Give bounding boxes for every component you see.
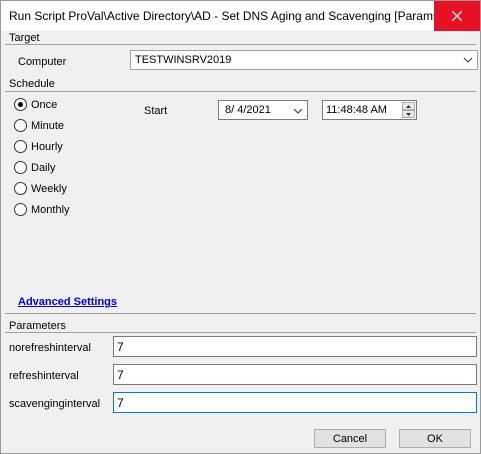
refreshinterval-value: 7 [117, 367, 124, 382]
window-title: Run Script ProVal\Active Directory\AD - … [9, 9, 443, 23]
schedule-bottom-divider [5, 313, 476, 314]
radio-hourly[interactable]: Hourly [14, 140, 63, 153]
target-section-label: Target [9, 32, 40, 44]
chevron-down-icon [463, 57, 473, 63]
title-bar: Run Script ProVal\Active Directory\AD - … [1, 1, 480, 31]
scavenginginterval-value: 7 [117, 395, 124, 410]
radio-once-indicator[interactable] [14, 98, 27, 111]
radio-daily-indicator[interactable] [14, 161, 27, 174]
refreshinterval-label: refreshinterval [9, 370, 79, 382]
radio-once-label: Once [31, 98, 58, 111]
radio-hourly-label: Hourly [31, 140, 63, 153]
radio-hourly-indicator[interactable] [14, 140, 27, 153]
radio-daily[interactable]: Daily [14, 161, 55, 174]
radio-weekly[interactable]: Weekly [14, 182, 67, 195]
radio-monthly-label: Monthly [31, 203, 70, 216]
advanced-settings-link[interactable]: Advanced Settings [18, 296, 117, 308]
norefreshinterval-input[interactable]: 7 [113, 336, 477, 357]
schedule-divider [5, 91, 476, 92]
radio-weekly-indicator[interactable] [14, 182, 27, 195]
triangle-up-icon [406, 104, 411, 108]
close-button[interactable] [434, 1, 480, 31]
triangle-down-icon [406, 112, 411, 116]
scavenginginterval-input[interactable]: 7 [113, 392, 477, 413]
radio-once[interactable]: Once [14, 98, 57, 111]
norefreshinterval-label: norefreshinterval [9, 342, 91, 354]
norefreshinterval-value: 7 [117, 339, 124, 354]
spin-down-button[interactable] [402, 110, 415, 118]
chevron-down-icon[interactable] [293, 108, 303, 114]
run-script-dialog: Run Script ProVal\Active Directory\AD - … [0, 0, 481, 454]
start-time-value: 11:48:48 AM [326, 104, 387, 116]
computer-select-value: TESTWINSRV2019 [135, 54, 232, 66]
schedule-section-label: Schedule [9, 78, 55, 90]
computer-label: Computer [18, 56, 67, 68]
start-date-value: 8/ 4/2021 [225, 104, 271, 116]
refreshinterval-input[interactable]: 7 [113, 364, 477, 385]
radio-monthly[interactable]: Monthly [14, 203, 70, 216]
radio-monthly-indicator[interactable] [14, 203, 27, 216]
start-label: Start [144, 105, 168, 117]
target-divider [5, 44, 476, 45]
start-date-picker[interactable]: 8/ 4/2021 [218, 100, 308, 120]
time-spinner[interactable] [402, 102, 415, 118]
computer-select[interactable]: TESTWINSRV2019 [130, 50, 478, 70]
ok-button[interactable]: OK [399, 429, 471, 448]
close-icon [452, 11, 462, 21]
scavenginginterval-label: scavenginginterval [9, 398, 101, 410]
parameters-section-label: Parameters [9, 320, 66, 332]
cancel-button[interactable]: Cancel [314, 429, 386, 448]
spin-up-button[interactable] [402, 102, 415, 110]
parameters-divider [5, 332, 476, 333]
radio-daily-label: Daily [31, 161, 56, 174]
radio-minute[interactable]: Minute [14, 119, 64, 132]
radio-minute-label: Minute [31, 119, 65, 132]
radio-minute-indicator[interactable] [14, 119, 27, 132]
start-time-picker[interactable]: 11:48:48 AM [322, 100, 417, 120]
radio-weekly-label: Weekly [31, 182, 67, 195]
